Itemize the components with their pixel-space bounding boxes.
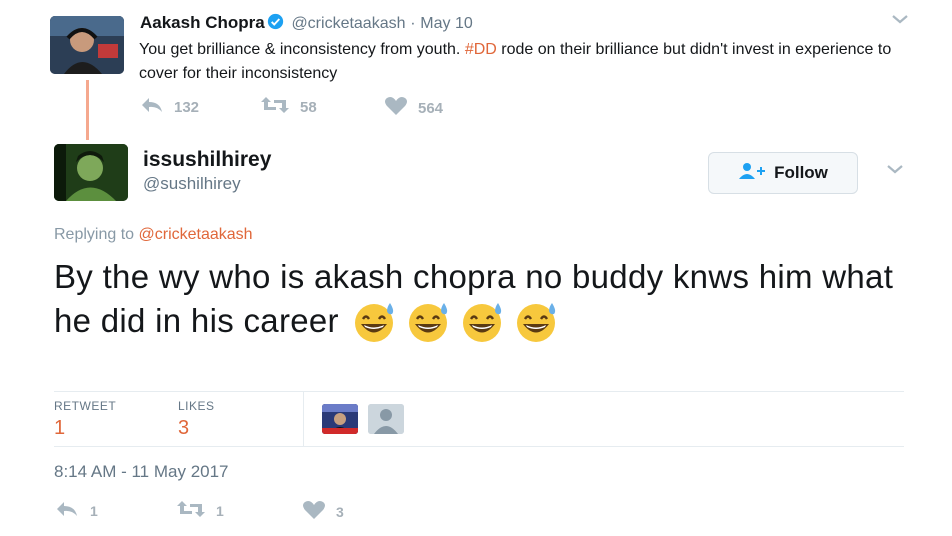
follow-label: Follow [774, 163, 828, 182]
retweet-icon [176, 500, 216, 521]
screen-name[interactable]: @sushilhirey [143, 174, 241, 194]
divider [54, 446, 904, 447]
like-count: 3 [336, 503, 344, 520]
main-tweet-header: issushilhirey @sushilhirey Follow [0, 140, 952, 210]
author-handle[interactable]: @cricketaakash [291, 15, 405, 32]
retweet-button[interactable]: 1 [176, 500, 224, 521]
likes-stat-label: LIKES [178, 399, 215, 413]
reply-count: 1 [90, 502, 98, 519]
thread-line [86, 80, 89, 140]
replying-to: Replying to @cricketaakash [54, 226, 253, 244]
display-name[interactable]: issushilhirey [143, 148, 271, 172]
reply-button[interactable]: 1 [54, 500, 98, 521]
grinning-face-with-sweat-emoji [402, 299, 456, 343]
reply-icon [140, 96, 174, 118]
tweet-header: Aakash Chopra @cricketaakash · May 10 [140, 13, 473, 35]
liker-avatar-default[interactable] [368, 404, 404, 434]
retweet-count: 58 [300, 98, 317, 116]
emoji-group [348, 302, 564, 342]
like-button[interactable]: 564 [384, 96, 443, 120]
retweet-button[interactable]: 58 [260, 96, 317, 118]
author-name[interactable]: Aakash Chopra [140, 13, 265, 32]
tweet-timestamp[interactable]: 8:14 AM - 11 May 2017 [54, 462, 229, 482]
replying-prefix: Replying to [54, 226, 139, 243]
parent-tweet: Aakash Chopra @cricketaakash · May 10 Yo… [0, 0, 952, 140]
reply-icon [54, 500, 90, 521]
verified-icon [267, 13, 284, 35]
tweet-text-part: You get brilliance & inconsistency from … [139, 41, 465, 58]
chevron-down-icon[interactable] [890, 12, 910, 31]
chevron-down-icon[interactable] [885, 162, 905, 181]
likes-stat-value: 3 [178, 417, 190, 439]
follow-button[interactable]: Follow [708, 152, 858, 194]
retweet-stat[interactable]: RETWEET 1 [54, 399, 116, 440]
grinning-face-with-sweat-emoji [348, 299, 402, 343]
grinning-face-with-sweat-emoji [510, 299, 564, 343]
stat-separator [303, 392, 304, 446]
tweet-stats: RETWEET 1 LIKES 3 [54, 392, 904, 446]
retweet-count: 1 [216, 502, 224, 519]
tweet-date[interactable]: May 10 [420, 15, 472, 32]
heart-icon [302, 500, 336, 523]
avatar[interactable] [54, 144, 128, 201]
like-count: 564 [418, 99, 444, 117]
hashtag-link[interactable]: #DD [465, 41, 497, 58]
heart-icon [384, 96, 418, 120]
likes-stat[interactable]: LIKES 3 [178, 399, 215, 440]
liker-avatar[interactable] [322, 404, 358, 434]
avatar[interactable] [50, 16, 124, 74]
retweet-stat-label: RETWEET [54, 399, 117, 413]
reply-button[interactable]: 132 [140, 96, 199, 118]
separator-dot: · [410, 15, 416, 32]
tweet-text: You get brilliance & inconsistency from … [139, 38, 899, 86]
retweet-icon [260, 96, 300, 118]
tweet-text: By the wy who is akash chopra no buddy k… [54, 255, 914, 343]
grinning-face-with-sweat-emoji [456, 299, 510, 343]
retweet-stat-value: 1 [54, 417, 66, 439]
reply-count: 132 [174, 98, 200, 116]
follow-user-icon [738, 162, 774, 185]
mention-link[interactable]: @cricketaakash [139, 226, 253, 243]
like-button[interactable]: 3 [302, 500, 344, 523]
